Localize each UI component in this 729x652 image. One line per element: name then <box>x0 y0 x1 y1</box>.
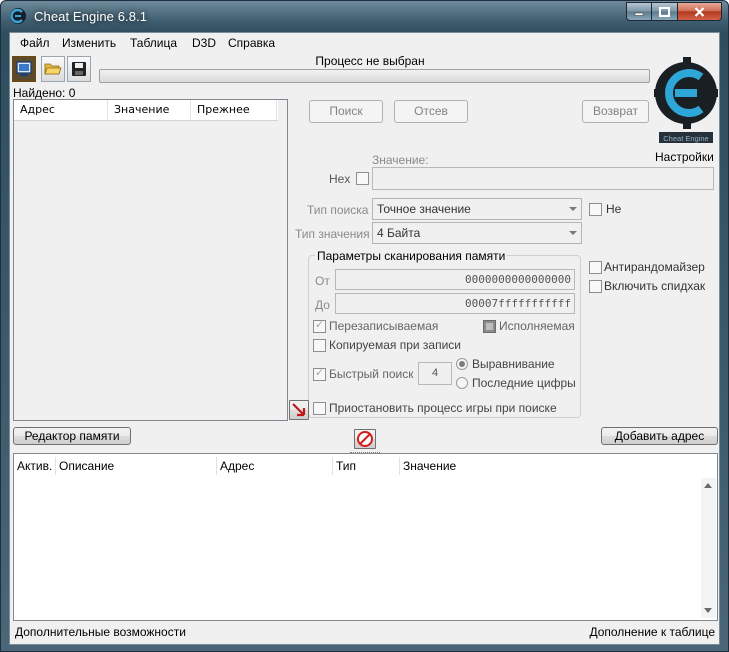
chevron-down-icon <box>569 207 577 211</box>
value-type-value: 4 Байта <box>377 226 421 240</box>
menu-table[interactable]: Таблица <box>130 36 177 50</box>
to-address-input[interactable]: 00007fffffffffff <box>335 293 575 314</box>
addr-col-description[interactable]: Описание <box>56 457 217 475</box>
found-results-list[interactable]: Адрес Значение Прежнее <box>13 99 288 421</box>
antirandomizer-checkbox[interactable] <box>589 261 602 274</box>
folder-open-icon <box>44 63 62 75</box>
memory-scan-options-title: Параметры сканирования памяти <box>315 249 508 263</box>
save-file-button[interactable] <box>67 56 91 82</box>
minimize-icon <box>634 12 644 16</box>
settings-link[interactable]: Настройки <box>655 150 714 164</box>
hex-checkbox[interactable] <box>356 172 369 185</box>
caption-buttons <box>626 2 722 22</box>
address-list-table[interactable]: Актив. Описание Адрес Тип Значение <box>13 453 718 621</box>
copy-on-write-checkbox[interactable] <box>313 339 326 352</box>
no-entry-icon <box>357 431 373 447</box>
close-icon <box>694 6 705 17</box>
select-process-button[interactable] <box>12 56 36 82</box>
maximize-button[interactable] <box>652 2 678 21</box>
main-panel: Файл Изменить Таблица D3D Справка Процес… <box>9 32 720 645</box>
from-label: От <box>315 274 330 288</box>
results-header: Адрес Значение Прежнее <box>14 100 278 121</box>
menu-d3d[interactable]: D3D <box>192 36 216 50</box>
fast-scan-checkbox[interactable] <box>313 366 326 381</box>
not-label: Не <box>606 202 622 216</box>
memory-view-button[interactable]: Редактор памяти <box>13 427 131 445</box>
scroll-down-arrow-icon <box>704 608 712 613</box>
value-label: Значение: <box>372 153 429 167</box>
writable-label: Перезаписываемая <box>329 319 439 333</box>
logo-text: Cheat Engine <box>663 134 708 143</box>
alignment-radio[interactable] <box>456 358 468 370</box>
menu-file[interactable]: Файл <box>20 36 50 50</box>
addr-col-value[interactable]: Значение <box>400 457 706 475</box>
minimize-button[interactable] <box>626 2 652 21</box>
open-file-button[interactable] <box>41 56 65 82</box>
address-list-header: Актив. Описание Адрес Тип Значение <box>14 457 706 477</box>
chevron-down-icon <box>569 231 577 235</box>
cheat-engine-icon <box>10 8 26 24</box>
from-address-value: 0000000000000000 <box>465 273 571 286</box>
results-col-value[interactable]: Значение <box>108 100 191 120</box>
last-digits-label: Последние цифры <box>472 376 576 390</box>
stop-button[interactable] <box>354 429 376 449</box>
last-digits-radio[interactable] <box>456 377 468 389</box>
red-arrow-icon <box>292 403 306 417</box>
writable-checkbox[interactable] <box>313 318 326 333</box>
addr-col-address[interactable]: Адрес <box>217 457 333 475</box>
scroll-up-arrow-icon <box>704 483 712 488</box>
app-window: Cheat Engine 6.8.1 Файл Изменить Таблица… <box>0 0 729 652</box>
value-input[interactable] <box>372 167 714 190</box>
executable-label: Исполняемая <box>499 319 575 333</box>
results-col-previous[interactable]: Прежнее <box>191 100 277 120</box>
first-scan-button[interactable]: Поиск <box>309 100 383 123</box>
fast-scan-label: Быстрый поиск <box>329 367 414 381</box>
results-col-address[interactable]: Адрес <box>14 100 108 120</box>
next-scan-button[interactable]: Отсев <box>394 100 468 123</box>
maximize-icon <box>659 6 670 17</box>
advanced-options-link[interactable]: Дополнительные возможности <box>15 625 186 639</box>
not-checkbox[interactable] <box>589 203 602 216</box>
title-bar[interactable]: Cheat Engine 6.8.1 <box>1 1 728 31</box>
cheat-engine-logo[interactable]: Cheat Engine <box>653 53 719 149</box>
menu-edit[interactable]: Изменить <box>62 36 116 50</box>
address-list-scrollbar[interactable] <box>701 478 716 618</box>
add-address-button[interactable]: Добавить адрес <box>601 427 718 445</box>
executable-checkbox[interactable] <box>483 320 496 333</box>
floppy-disk-icon <box>72 62 86 76</box>
scan-type-value: Точное значение <box>377 202 471 216</box>
hex-label: Hex <box>329 172 351 186</box>
menu-help[interactable]: Справка <box>228 36 275 50</box>
window-title: Cheat Engine 6.8.1 <box>34 9 148 24</box>
pause-game-checkbox[interactable] <box>313 402 326 415</box>
scan-type-select[interactable]: Точное значение <box>372 198 582 220</box>
copy-on-write-label: Копируемая при записи <box>329 338 461 352</box>
scan-type-label: Тип поиска <box>307 203 369 217</box>
fast-scan-alignment-input[interactable]: 4 <box>418 362 452 385</box>
antirandomizer-label: Антирандомайзер <box>604 260 705 274</box>
alignment-label: Выравнивание <box>472 357 555 371</box>
value-type-label: Тип значения <box>295 227 370 241</box>
menu-bar: Файл Изменить Таблица D3D Справка <box>10 33 719 53</box>
value-type-select[interactable]: 4 Байта <box>372 222 582 244</box>
found-count: Найдено: 0 <box>13 86 76 100</box>
to-address-value: 00007fffffffffff <box>465 297 571 310</box>
table-extras-link[interactable]: Дополнение к таблице <box>589 625 715 639</box>
close-button[interactable] <box>678 2 722 21</box>
to-label: До <box>315 298 330 312</box>
from-address-input[interactable]: 0000000000000000 <box>335 269 575 290</box>
speedhack-label: Включить спидхак <box>604 279 706 293</box>
speedhack-checkbox[interactable] <box>589 280 602 293</box>
addr-col-active[interactable]: Актив. <box>14 457 56 475</box>
computer-icon <box>16 61 32 76</box>
scan-progress-bar <box>99 69 650 83</box>
pause-game-label: Приостановить процесс игры при поиске <box>329 401 557 415</box>
pause-arrow-button[interactable] <box>289 400 309 420</box>
addr-col-type[interactable]: Тип <box>333 457 400 475</box>
undo-scan-button[interactable]: Возврат <box>582 100 649 123</box>
process-label: Процесс не выбран <box>315 54 425 68</box>
